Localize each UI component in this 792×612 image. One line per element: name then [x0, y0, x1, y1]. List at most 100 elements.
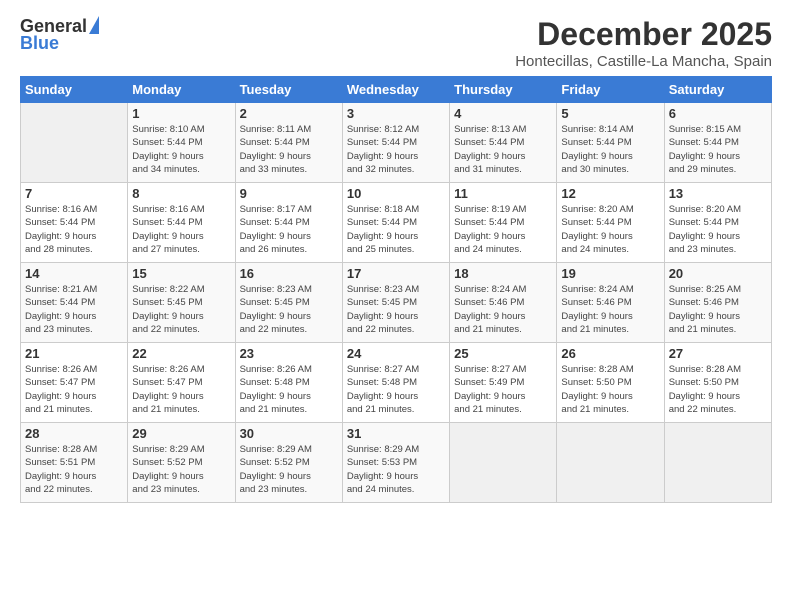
day-number: 14: [25, 266, 123, 281]
header-day-sunday: Sunday: [21, 77, 128, 103]
day-detail: Sunrise: 8:19 AM Sunset: 5:44 PM Dayligh…: [454, 203, 552, 256]
day-detail: Sunrise: 8:13 AM Sunset: 5:44 PM Dayligh…: [454, 123, 552, 176]
calendar-header: SundayMondayTuesdayWednesdayThursdayFrid…: [21, 77, 772, 103]
calendar-cell: 9 Sunrise: 8:17 AM Sunset: 5:44 PM Daylig…: [235, 183, 342, 263]
day-number: 6: [669, 106, 767, 121]
day-number: 29: [132, 426, 230, 441]
day-number: 7: [25, 186, 123, 201]
day-detail: Sunrise: 8:10 AM Sunset: 5:44 PM Dayligh…: [132, 123, 230, 176]
calendar-cell: 21 Sunrise: 8:26 AM Sunset: 5:47 PM Dayli…: [21, 343, 128, 423]
calendar-cell: 3 Sunrise: 8:12 AM Sunset: 5:44 PM Daylig…: [342, 103, 449, 183]
day-detail: Sunrise: 8:23 AM Sunset: 5:45 PM Dayligh…: [347, 283, 445, 336]
logo-triangle-icon: [89, 16, 99, 34]
calendar-cell: 11 Sunrise: 8:19 AM Sunset: 5:44 PM Dayli…: [450, 183, 557, 263]
day-detail: Sunrise: 8:16 AM Sunset: 5:44 PM Dayligh…: [132, 203, 230, 256]
calendar-cell: 22Sunrise: 8:26 AM Sunset: 5:47 PM Dayli…: [128, 343, 235, 423]
day-detail: Sunrise: 8:24 AM Sunset: 5:46 PM Dayligh…: [454, 283, 552, 336]
day-number: 21: [25, 346, 123, 361]
calendar-cell: 17 Sunrise: 8:23 AM Sunset: 5:45 PM Dayli…: [342, 263, 449, 343]
day-detail: Sunrise: 8:14 AM Sunset: 5:44 PM Dayligh…: [561, 123, 659, 176]
logo-line2: Blue: [20, 33, 59, 54]
day-number: 1: [132, 106, 230, 121]
day-detail: Sunrise: 8:27 AM Sunset: 5:48 PM Dayligh…: [347, 363, 445, 416]
day-number: 30: [240, 426, 338, 441]
day-number: 5: [561, 106, 659, 121]
calendar-body: 1 Sunrise: 8:10 AM Sunset: 5:44 PM Daylig…: [21, 103, 772, 503]
day-number: 12: [561, 186, 659, 201]
day-number: 22: [132, 346, 230, 361]
day-detail: Sunrise: 8:22 AM Sunset: 5:45 PM Dayligh…: [132, 283, 230, 336]
calendar-cell: 31Sunrise: 8:29 AM Sunset: 5:53 PM Dayli…: [342, 423, 449, 503]
day-detail: Sunrise: 8:23 AM Sunset: 5:45 PM Dayligh…: [240, 283, 338, 336]
day-detail: Sunrise: 8:26 AM Sunset: 5:48 PM Dayligh…: [240, 363, 338, 416]
calendar-cell: 6Sunrise: 8:15 AM Sunset: 5:44 PM Daylig…: [664, 103, 771, 183]
day-detail: Sunrise: 8:29 AM Sunset: 5:52 PM Dayligh…: [132, 443, 230, 496]
day-number: 11: [454, 186, 552, 201]
header-day-monday: Monday: [128, 77, 235, 103]
calendar-cell: 29 Sunrise: 8:29 AM Sunset: 5:52 PM Dayli…: [128, 423, 235, 503]
calendar-cell: [557, 423, 664, 503]
day-detail: Sunrise: 8:12 AM Sunset: 5:44 PM Dayligh…: [347, 123, 445, 176]
day-detail: Sunrise: 8:11 AM Sunset: 5:44 PM Dayligh…: [240, 123, 338, 176]
day-number: 15: [132, 266, 230, 281]
calendar-table: SundayMondayTuesdayWednesdayThursdayFrid…: [20, 76, 772, 503]
calendar-cell: 8 Sunrise: 8:16 AM Sunset: 5:44 PM Daylig…: [128, 183, 235, 263]
calendar-cell: 15 Sunrise: 8:22 AM Sunset: 5:45 PM Dayli…: [128, 263, 235, 343]
calendar-cell: 24 Sunrise: 8:27 AM Sunset: 5:48 PM Dayli…: [342, 343, 449, 423]
day-detail: Sunrise: 8:17 AM Sunset: 5:44 PM Dayligh…: [240, 203, 338, 256]
day-number: 26: [561, 346, 659, 361]
calendar-cell: 14 Sunrise: 8:21 AM Sunset: 5:44 PM Dayli…: [21, 263, 128, 343]
day-number: 9: [240, 186, 338, 201]
day-number: 13: [669, 186, 767, 201]
calendar-title: December 2025: [515, 16, 772, 53]
calendar-cell: 2 Sunrise: 8:11 AM Sunset: 5:44 PM Daylig…: [235, 103, 342, 183]
title-block: December 2025 Hontecillas, Castille-La M…: [515, 16, 772, 70]
day-detail: Sunrise: 8:20 AM Sunset: 5:44 PM Dayligh…: [669, 203, 767, 256]
day-detail: Sunrise: 8:21 AM Sunset: 5:44 PM Dayligh…: [25, 283, 123, 336]
calendar-cell: 7Sunrise: 8:16 AM Sunset: 5:44 PM Daylig…: [21, 183, 128, 263]
day-number: 8: [132, 186, 230, 201]
header-day-thursday: Thursday: [450, 77, 557, 103]
header-row: General Blue December 2025 Hontecillas, …: [20, 16, 772, 70]
day-detail: Sunrise: 8:25 AM Sunset: 5:46 PM Dayligh…: [669, 283, 767, 336]
calendar-cell: [450, 423, 557, 503]
calendar-cell: 19Sunrise: 8:24 AM Sunset: 5:46 PM Dayli…: [557, 263, 664, 343]
day-detail: Sunrise: 8:27 AM Sunset: 5:49 PM Dayligh…: [454, 363, 552, 416]
header-day-saturday: Saturday: [664, 77, 771, 103]
calendar-cell: [21, 103, 128, 183]
day-number: 3: [347, 106, 445, 121]
header-day-friday: Friday: [557, 77, 664, 103]
week-row-4: 21 Sunrise: 8:26 AM Sunset: 5:47 PM Dayli…: [21, 343, 772, 423]
calendar-cell: 23 Sunrise: 8:26 AM Sunset: 5:48 PM Dayli…: [235, 343, 342, 423]
day-number: 4: [454, 106, 552, 121]
calendar-cell: 28Sunrise: 8:28 AM Sunset: 5:51 PM Dayli…: [21, 423, 128, 503]
calendar-cell: 25 Sunrise: 8:27 AM Sunset: 5:49 PM Dayli…: [450, 343, 557, 423]
day-number: 20: [669, 266, 767, 281]
calendar-cell: 20 Sunrise: 8:25 AM Sunset: 5:46 PM Dayli…: [664, 263, 771, 343]
calendar-cell: 18Sunrise: 8:24 AM Sunset: 5:46 PM Dayli…: [450, 263, 557, 343]
day-detail: Sunrise: 8:18 AM Sunset: 5:44 PM Dayligh…: [347, 203, 445, 256]
calendar-container: General Blue December 2025 Hontecillas, …: [0, 0, 792, 513]
day-number: 24: [347, 346, 445, 361]
day-detail: Sunrise: 8:29 AM Sunset: 5:53 PM Dayligh…: [347, 443, 445, 496]
day-number: 17: [347, 266, 445, 281]
day-detail: Sunrise: 8:29 AM Sunset: 5:52 PM Dayligh…: [240, 443, 338, 496]
calendar-cell: 13 Sunrise: 8:20 AM Sunset: 5:44 PM Dayli…: [664, 183, 771, 263]
logo-text: General Blue: [20, 16, 99, 54]
calendar-cell: 27Sunrise: 8:28 AM Sunset: 5:50 PM Dayli…: [664, 343, 771, 423]
calendar-cell: 1 Sunrise: 8:10 AM Sunset: 5:44 PM Daylig…: [128, 103, 235, 183]
day-number: 27: [669, 346, 767, 361]
day-number: 2: [240, 106, 338, 121]
calendar-subtitle: Hontecillas, Castille-La Mancha, Spain: [515, 53, 772, 70]
calendar-cell: 30 Sunrise: 8:29 AM Sunset: 5:52 PM Dayli…: [235, 423, 342, 503]
day-number: 23: [240, 346, 338, 361]
day-detail: Sunrise: 8:26 AM Sunset: 5:47 PM Dayligh…: [25, 363, 123, 416]
week-row-2: 7 Sunrise: 8:16 AM Sunset: 5:44 PM Daylig…: [21, 183, 772, 263]
calendar-cell: 4 Sunrise: 8:13 AM Sunset: 5:44 PM Daylig…: [450, 103, 557, 183]
day-number: 16: [240, 266, 338, 281]
day-detail: Sunrise: 8:20 AM Sunset: 5:44 PM Dayligh…: [561, 203, 659, 256]
calendar-cell: 5 Sunrise: 8:14 AM Sunset: 5:44 PM Daylig…: [557, 103, 664, 183]
logo: General Blue: [20, 16, 99, 54]
day-number: 25: [454, 346, 552, 361]
header-row-days: SundayMondayTuesdayWednesdayThursdayFrid…: [21, 77, 772, 103]
